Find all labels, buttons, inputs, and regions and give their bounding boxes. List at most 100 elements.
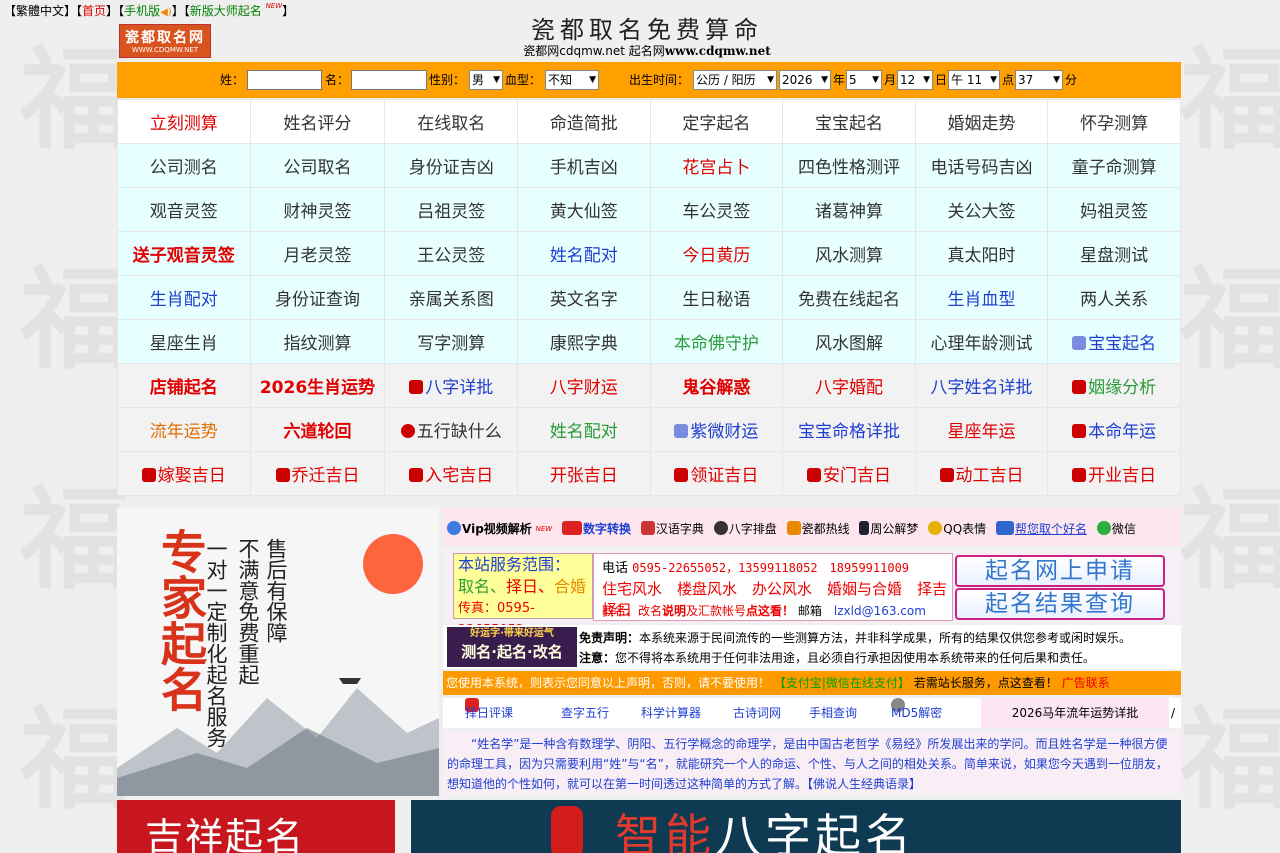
grid-item-6-0[interactable]: 店铺起名 xyxy=(117,363,251,408)
grid-item-2-6[interactable]: 关公大签 xyxy=(914,187,1049,232)
ad-contact-link[interactable]: 广告联系 xyxy=(1062,676,1110,690)
grid-item-7-2[interactable]: 五行缺什么 xyxy=(384,407,519,452)
grid-item-8-0[interactable]: 嫁娶吉日 xyxy=(117,451,251,496)
home-link[interactable]: 首页 xyxy=(82,4,106,18)
grid-item-1-4[interactable]: 花宫占卜 xyxy=(649,143,784,188)
grid-item-7-6[interactable]: 星座年运 xyxy=(914,407,1049,452)
grid-item-2-3[interactable]: 黄大仙签 xyxy=(517,187,651,232)
grid-item-2-0[interactable]: 观音灵签 xyxy=(117,187,251,232)
grid-item-3-4[interactable]: 今日黄历 xyxy=(649,231,784,276)
grid-item-6-3[interactable]: 八字财运 xyxy=(517,363,651,408)
link-2026-fortune[interactable]: 2026马年流年运势详批 xyxy=(981,698,1169,728)
grid-item-0-7[interactable]: 怀孕测算 xyxy=(1047,99,1181,144)
grid-item-6-5[interactable]: 八字婚配 xyxy=(782,363,916,408)
grid-item-5-2[interactable]: 写字测算 xyxy=(384,319,519,364)
grid-item-4-3[interactable]: 英文名字 xyxy=(517,275,651,320)
grid-item-2-1[interactable]: 财神灵签 xyxy=(249,187,386,232)
grid-item-4-0[interactable]: 生肖配对 xyxy=(117,275,251,320)
link-calculator[interactable]: 科学计算器 xyxy=(641,698,701,728)
grid-item-3-5[interactable]: 风水测算 xyxy=(782,231,916,276)
mobile-link[interactable]: 手机版 xyxy=(124,4,160,18)
grid-item-6-6[interactable]: 八字姓名详批 xyxy=(914,363,1049,408)
auspicious-naming-banner[interactable]: 吉祥起名 xyxy=(117,800,395,853)
grid-item-7-5[interactable]: 宝宝命格详批 xyxy=(782,407,916,452)
tool-number-convert[interactable]: 数字转换 xyxy=(562,521,631,536)
grid-item-7-3[interactable]: 姓名配对 xyxy=(517,407,651,452)
grid-item-1-2[interactable]: 身份证吉凶 xyxy=(384,143,519,188)
grid-item-3-3[interactable]: 姓名配对 xyxy=(517,231,651,276)
grid-item-1-7[interactable]: 童子命测算 xyxy=(1047,143,1181,188)
blood-type-select[interactable]: 不知 ▼ xyxy=(545,70,599,90)
grid-item-2-7[interactable]: 妈祖灵签 xyxy=(1047,187,1181,232)
grid-item-5-4[interactable]: 本命佛守护 xyxy=(649,319,784,364)
tool-bazi[interactable]: 八字排盘 xyxy=(713,521,777,536)
grid-item-7-1[interactable]: 六道轮回 xyxy=(249,407,386,452)
grid-item-0-6[interactable]: 婚姻走势 xyxy=(914,99,1049,144)
minute-select[interactable]: 37 ▼ xyxy=(1015,70,1063,90)
link-poetry[interactable]: 古诗词网 xyxy=(733,698,781,728)
grid-item-8-6[interactable]: 动工吉日 xyxy=(914,451,1049,496)
expert-naming-banner[interactable]: 专家起名 一对一定制化起名服务 不满意免费重起 售后有保障 xyxy=(117,508,439,796)
grid-item-5-1[interactable]: 指纹测算 xyxy=(249,319,386,364)
grid-item-4-1[interactable]: 身份证查询 xyxy=(249,275,386,320)
tool-dictionary[interactable]: 汉语字典 xyxy=(640,521,704,536)
email-link[interactable]: lzxld@163.com xyxy=(834,604,926,618)
grid-item-2-4[interactable]: 车公灵签 xyxy=(649,187,784,232)
grid-item-4-2[interactable]: 亲属关系图 xyxy=(384,275,519,320)
site-logo[interactable]: 瓷都取名网 WWW.CDQMW.NET xyxy=(119,24,211,58)
link-five-elements[interactable]: 查字五行 xyxy=(561,698,609,728)
master-naming-link[interactable]: 新版大师起名 xyxy=(190,4,262,18)
grid-item-8-5[interactable]: 安门吉日 xyxy=(782,451,916,496)
tool-wechat[interactable]: 微信 xyxy=(1096,521,1136,536)
grid-item-0-4[interactable]: 定字起名 xyxy=(649,99,784,144)
surname-input[interactable] xyxy=(247,70,322,90)
link-palm-reading[interactable]: 手相查询 xyxy=(809,698,857,728)
tool-good-name[interactable]: 帮您取个好名 xyxy=(995,521,1087,536)
grid-item-5-0[interactable]: 星座生肖 xyxy=(117,319,251,364)
grid-item-1-6[interactable]: 电话号码吉凶 xyxy=(914,143,1049,188)
tool-hotline[interactable]: 瓷都热线 xyxy=(786,521,850,536)
grid-item-4-6[interactable]: 生肖血型 xyxy=(914,275,1049,320)
grid-item-1-1[interactable]: 公司取名 xyxy=(249,143,386,188)
grid-item-3-0[interactable]: 送子观音灵签 xyxy=(117,231,251,276)
grid-item-1-0[interactable]: 公司测名 xyxy=(117,143,251,188)
webmaster-service-link[interactable]: 若需站长服务，点这查看！ xyxy=(914,676,1058,690)
grid-item-7-7[interactable]: 本命年运 xyxy=(1047,407,1181,452)
gender-select[interactable]: 男 ▼ xyxy=(469,70,503,90)
grid-item-7-0[interactable]: 流年运势 xyxy=(117,407,251,452)
grid-item-6-4[interactable]: 鬼谷解惑 xyxy=(649,363,784,408)
given-name-input[interactable] xyxy=(351,70,427,90)
grid-item-7-4[interactable]: 紫微财运 xyxy=(649,407,784,452)
traditional-chinese-link[interactable]: 【繁體中文】 xyxy=(4,4,76,18)
apply-online-button[interactable]: 起名网上申请 xyxy=(955,555,1165,587)
grid-item-0-0[interactable]: 立刻测算 xyxy=(117,99,251,144)
grid-item-8-1[interactable]: 乔迁吉日 xyxy=(249,451,386,496)
grid-item-3-7[interactable]: 星盘测试 xyxy=(1047,231,1181,276)
grid-item-2-2[interactable]: 吕祖灵签 xyxy=(384,187,519,232)
promo-image[interactable]: 好运字·带来好运气 测名·起名·改名 xyxy=(447,627,577,667)
grid-item-5-7[interactable]: 宝宝起名 xyxy=(1047,319,1181,364)
tool-vip-video[interactable]: Vip视频解析 NEW xyxy=(447,521,552,536)
grid-item-3-6[interactable]: 真太阳时 xyxy=(914,231,1049,276)
query-result-button[interactable]: 起名结果查询 xyxy=(955,588,1165,620)
grid-item-0-2[interactable]: 在线取名 xyxy=(384,99,519,144)
grid-item-4-4[interactable]: 生日秘语 xyxy=(649,275,784,320)
grid-item-8-4[interactable]: 领证吉日 xyxy=(649,451,784,496)
grid-item-1-3[interactable]: 手机吉凶 xyxy=(517,143,651,188)
grid-item-6-2[interactable]: 八字详批 xyxy=(384,363,519,408)
grid-item-4-7[interactable]: 两人关系 xyxy=(1047,275,1181,320)
tool-qq-emoji[interactable]: QQ表情 xyxy=(928,521,986,536)
grid-item-6-1[interactable]: 2026生肖运势 xyxy=(249,363,386,408)
grid-item-5-6[interactable]: 心理年龄测试 xyxy=(914,319,1049,364)
grid-item-0-5[interactable]: 宝宝起名 xyxy=(782,99,916,144)
grid-item-5-3[interactable]: 康熙字典 xyxy=(517,319,651,364)
hour-select[interactable]: 午 11 ▼ xyxy=(948,70,1000,90)
grid-item-6-7[interactable]: 姻缘分析 xyxy=(1047,363,1181,408)
year-select[interactable]: 2026 ▼ xyxy=(779,70,831,90)
grid-item-5-5[interactable]: 风水图解 xyxy=(782,319,916,364)
grid-item-2-5[interactable]: 诸葛神算 xyxy=(782,187,916,232)
grid-item-3-2[interactable]: 王公灵签 xyxy=(384,231,519,276)
payment-link[interactable]: 【支付宝|微信在线支付】 xyxy=(774,676,910,690)
grid-item-1-5[interactable]: 四色性格测评 xyxy=(782,143,916,188)
grid-item-8-3[interactable]: 开张吉日 xyxy=(517,451,651,496)
